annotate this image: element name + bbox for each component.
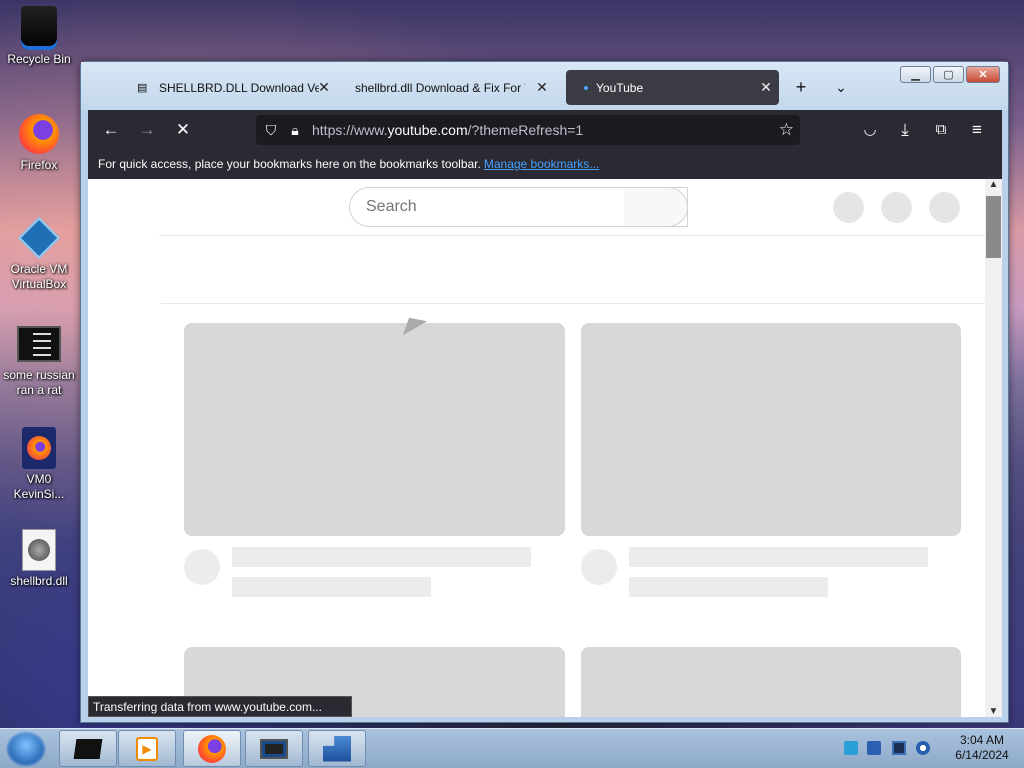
network-icon	[323, 735, 351, 762]
close-window-button[interactable]: ✕	[966, 66, 1000, 83]
tab-strip: ▤ SHELLBRD.DLL Download Vers ✕ shellbrd.…	[81, 62, 1008, 110]
maximize-button[interactable]: ▢	[933, 66, 964, 83]
terminal-icon	[73, 738, 103, 759]
manage-bookmarks-link[interactable]: Manage bookmarks...	[484, 157, 599, 171]
navigation-toolbar: ← → ✕ ⛉ 🔒︎ https://www. youtube.com/?them…	[88, 110, 1002, 150]
new-tab-icon[interactable]: +	[791, 78, 811, 96]
dll-file-icon	[22, 529, 56, 571]
shield-icon[interactable]: ⛉	[258, 122, 284, 139]
desktop-icon-label: shellbrd.dll	[10, 574, 68, 588]
virtualbox-icon	[17, 216, 61, 260]
taskbar: ▶ 3:04 AM 6/14/2024	[0, 728, 1024, 768]
extensions-icon[interactable]: ⧉	[930, 121, 952, 139]
pocket-icon[interactable]: ◡	[859, 121, 881, 139]
taskbar-app-network[interactable]	[308, 730, 366, 767]
firefox-icon	[19, 114, 59, 154]
minimize-button[interactable]: ▁	[900, 66, 931, 83]
system-clock[interactable]: 3:04 AM 6/14/2024	[946, 733, 1018, 763]
taskbar-app-terminal[interactable]	[59, 730, 117, 767]
desktop-icon-label: VM0 KevinSi...	[13, 472, 65, 501]
avatar-placeholder	[881, 192, 912, 223]
recycle-bin-icon	[21, 6, 57, 50]
tab-label: YouTube	[596, 80, 644, 95]
window-controls: ▁ ▢ ✕	[900, 66, 1000, 83]
avatar-placeholder	[833, 192, 864, 223]
youtube-page: Search	[88, 179, 985, 717]
scrollbar-thumb[interactable]	[986, 196, 1001, 258]
desktop-icon-firefox[interactable]: Firefox	[0, 112, 78, 173]
divider	[161, 303, 985, 304]
stop-loading-icon[interactable]: ✕	[172, 121, 194, 139]
desktop-icon-virtualbox[interactable]: Oracle VM VirtualBox	[0, 216, 78, 292]
tab-youtube[interactable]: YouTube ✕	[566, 70, 779, 105]
channel-avatar-placeholder	[581, 549, 617, 585]
downloads-icon[interactable]: ⤓	[894, 121, 916, 139]
title-placeholder	[629, 547, 928, 567]
title-placeholder	[232, 547, 531, 567]
desktop-icon-vm0[interactable]: VM0 KevinSi...	[0, 426, 78, 502]
bookmarks-toolbar: For quick access, place your bookmarks h…	[88, 150, 1002, 179]
scroll-down-icon[interactable]: ▼	[985, 706, 1002, 717]
terminal-icon	[17, 326, 61, 362]
bookmark-star-icon[interactable]: ☆	[779, 120, 794, 140]
desktop-icon-terminal[interactable]: some russian ran a rat	[0, 322, 78, 398]
meta-placeholder	[629, 577, 828, 597]
divider	[159, 235, 985, 236]
close-tab-icon[interactable]: ✕	[317, 80, 331, 94]
taskbar-app-monitor[interactable]	[245, 730, 303, 767]
list-all-tabs-icon[interactable]: ⌄	[831, 78, 851, 96]
firefox-icon	[198, 734, 226, 763]
server-icon: ▤	[137, 81, 148, 94]
desktop-icon-shellbrd-dll[interactable]: shellbrd.dll	[0, 528, 78, 589]
page-scrollbar[interactable]: ▲ ▼	[985, 179, 1002, 717]
menu-icon[interactable]: ≡	[966, 121, 988, 139]
desktop-icon-label: some russian ran a rat	[3, 368, 75, 397]
tab-label: shellbrd.dll Download & Fix For W	[355, 80, 525, 95]
forward-icon[interactable]: →	[136, 121, 158, 139]
media-player-icon: ▶	[136, 736, 158, 761]
tray-shield-icon[interactable]	[867, 741, 881, 755]
tray-app-icon[interactable]	[844, 741, 858, 755]
tray-display-icon[interactable]	[892, 741, 906, 755]
status-panel: Transferring data from www.youtube.com..…	[88, 696, 352, 717]
monitor-icon	[260, 738, 288, 759]
video-thumbnail-placeholder	[581, 647, 961, 717]
clock-date: 6/14/2024	[955, 748, 1009, 762]
search-button[interactable]	[624, 187, 688, 227]
start-button[interactable]	[6, 731, 46, 767]
tray-volume-icon[interactable]	[916, 741, 930, 755]
loading-dot-icon	[584, 85, 588, 90]
firefox-document-icon	[22, 427, 56, 469]
url-prefix: https://www.	[312, 122, 388, 138]
tab-label: SHELLBRD.DLL Download Vers	[159, 80, 319, 95]
url-host: youtube.com	[387, 122, 468, 138]
meta-placeholder	[232, 577, 431, 597]
tab-shellbrd-download[interactable]: ▤ SHELLBRD.DLL Download Vers ✕	[137, 70, 337, 105]
desktop-icon-recycle-bin[interactable]: Recycle Bin	[0, 6, 78, 67]
clock-time: 3:04 AM	[959, 733, 1005, 747]
close-tab-icon[interactable]: ✕	[535, 80, 549, 94]
video-thumbnail-placeholder	[581, 323, 961, 536]
firefox-window: ▤ SHELLBRD.DLL Download Vers ✕ shellbrd.…	[80, 61, 1009, 723]
video-thumbnail-placeholder	[184, 323, 565, 536]
avatar-placeholder	[929, 192, 960, 223]
desktop-icon-label: Recycle Bin	[7, 52, 71, 66]
back-icon[interactable]: ←	[100, 121, 122, 139]
lock-icon[interactable]: 🔒︎	[284, 122, 306, 139]
tab-shellbrd-fix[interactable]: shellbrd.dll Download & Fix For W ✕	[355, 70, 555, 105]
url-path: /?themeRefresh=1	[467, 122, 584, 138]
channel-avatar-placeholder	[184, 549, 220, 585]
desktop-icon-label: Firefox	[20, 158, 58, 172]
taskbar-app-media-player[interactable]: ▶	[118, 730, 176, 767]
url-bar[interactable]: ⛉ 🔒︎ https://www. youtube.com/?themeRefre…	[256, 115, 800, 145]
desktop-icon-label: Oracle VM VirtualBox	[10, 262, 68, 291]
bookmarks-hint: For quick access, place your bookmarks h…	[98, 157, 481, 171]
taskbar-app-firefox[interactable]	[183, 730, 241, 767]
close-tab-icon[interactable]: ✕	[759, 80, 773, 94]
scroll-up-icon[interactable]: ▲	[985, 179, 1002, 190]
